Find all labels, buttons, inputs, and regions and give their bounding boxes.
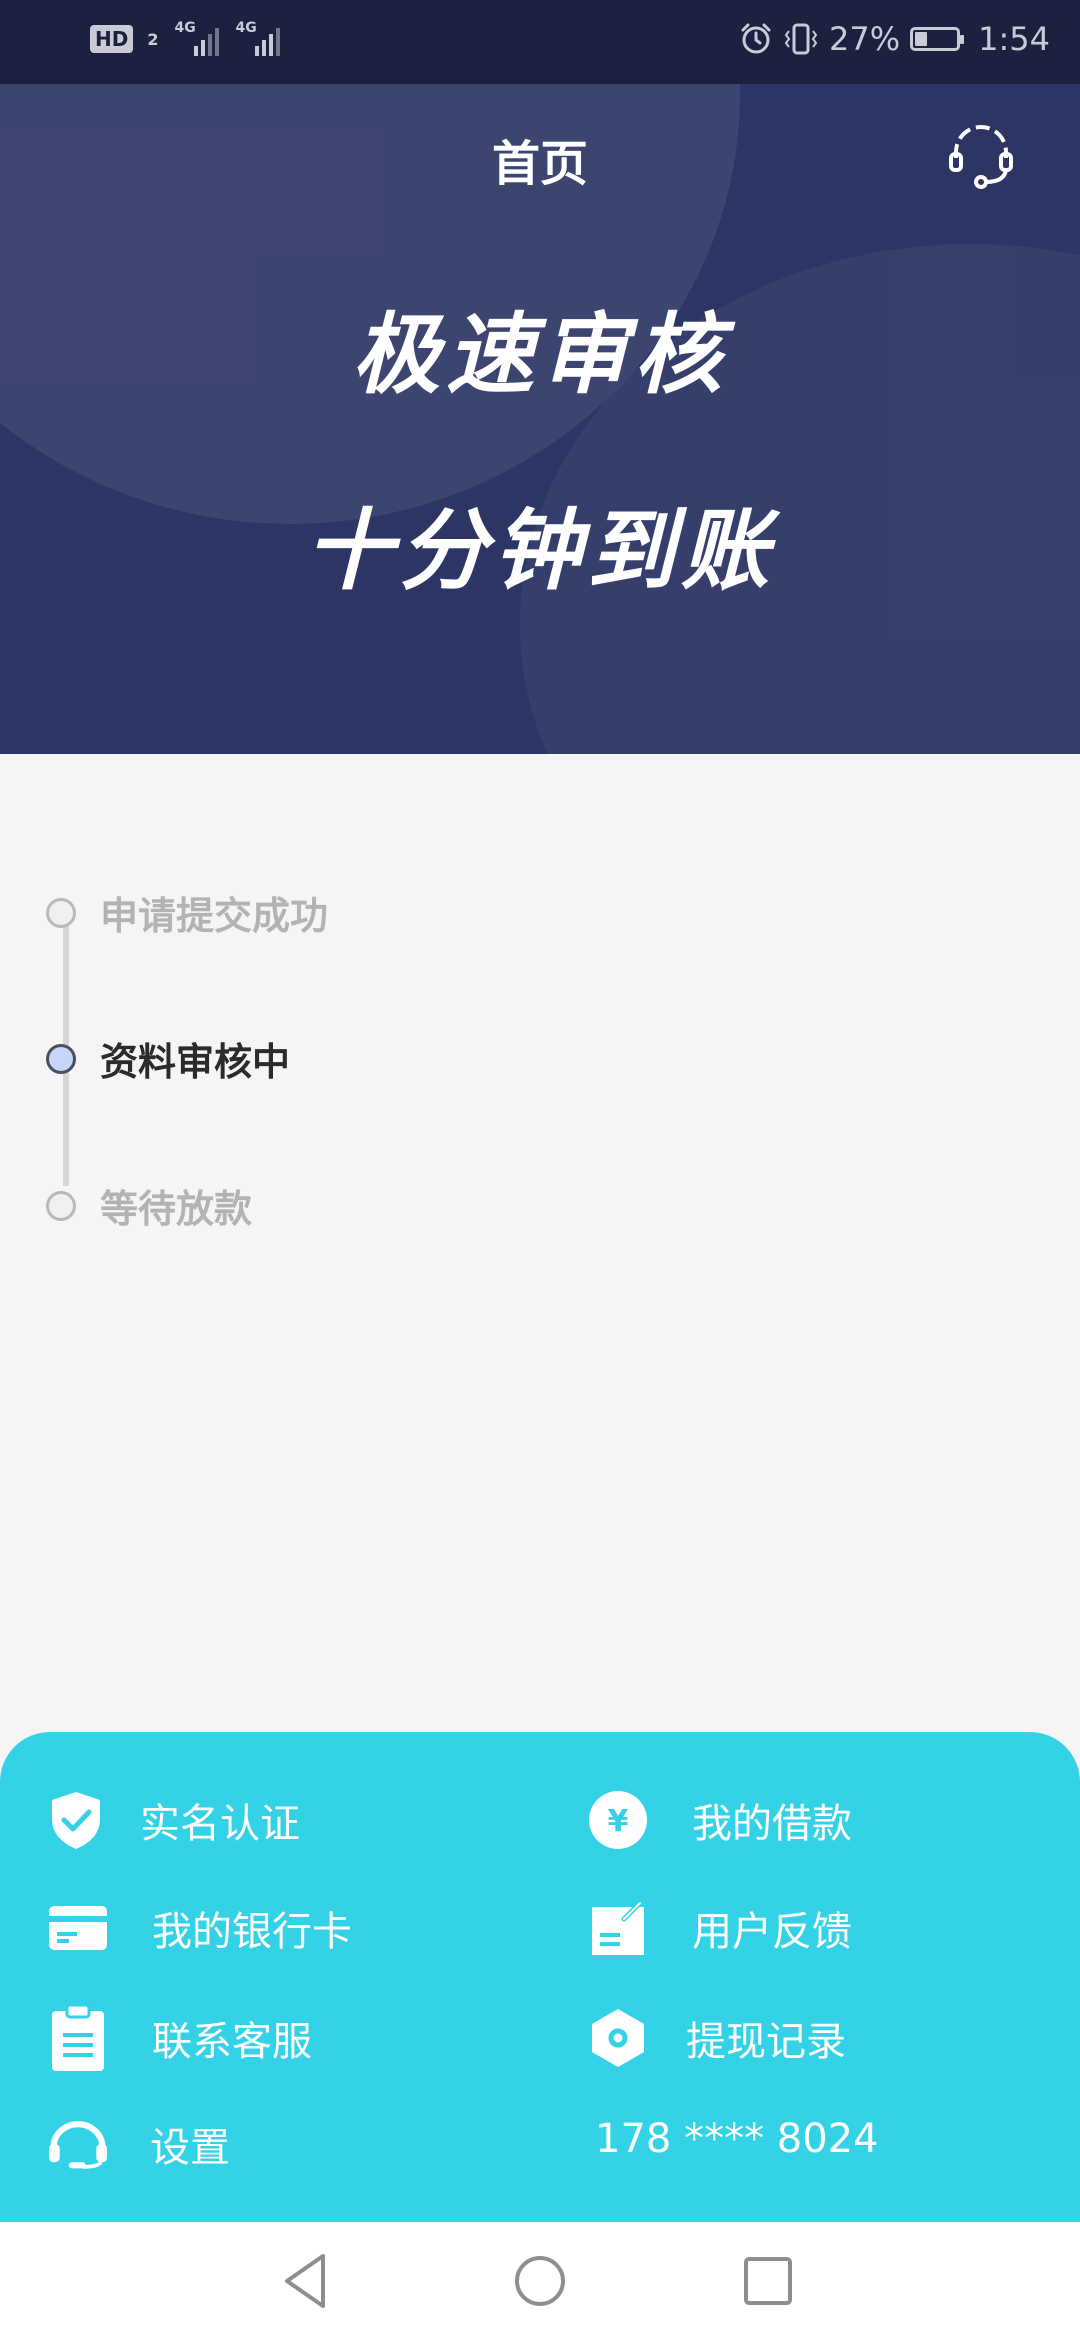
step-dot bbox=[46, 1190, 76, 1221]
headset-icon bbox=[46, 2112, 110, 2176]
status-right-group: 27% 1:54 bbox=[739, 20, 1050, 58]
menu-item-my-loans[interactable]: ¥ 我的借款 bbox=[586, 1788, 852, 1852]
sim-number: 2 bbox=[147, 29, 159, 49]
feedback-icon bbox=[586, 1896, 650, 1960]
network-type-2: 4G bbox=[235, 20, 257, 36]
vibrate-icon bbox=[784, 23, 818, 55]
customer-service-headset-icon[interactable] bbox=[946, 120, 1016, 190]
step-item-current: 资料审核中 bbox=[46, 1031, 290, 1086]
shield-check-icon bbox=[44, 1788, 108, 1852]
step-item: 申请提交成功 bbox=[46, 885, 328, 940]
step-dot-active bbox=[46, 1043, 76, 1074]
menu-item-settings[interactable]: 设置 bbox=[46, 2112, 230, 2176]
hexagon-icon bbox=[586, 2006, 650, 2070]
signal-icon-1: 4G bbox=[172, 20, 220, 56]
alarm-icon bbox=[741, 23, 771, 54]
network-type-1: 4G bbox=[174, 20, 196, 36]
banner-slogan-line1: 极速审核 bbox=[351, 303, 728, 406]
menu-item-label: 提现记录 bbox=[686, 2019, 846, 2065]
menu-item-label: 我的借款 bbox=[692, 1801, 852, 1847]
menu-item-withdraw-records[interactable]: 提现记录 bbox=[586, 2006, 846, 2070]
home-icon[interactable] bbox=[505, 2246, 575, 2316]
user-phone-number: 178 **** 8024 bbox=[595, 2116, 879, 2162]
step-dot bbox=[46, 897, 76, 928]
yen-coin-icon: ¥ bbox=[586, 1788, 650, 1852]
step-item: 等待放款 bbox=[46, 1178, 252, 1233]
menu-item-label: 设置 bbox=[150, 2125, 230, 2171]
status-bar: HD 2 4G 4G 27% 1:54 bbox=[0, 0, 1080, 84]
step-label: 等待放款 bbox=[100, 1187, 253, 1231]
hd-badge: HD bbox=[90, 25, 134, 53]
system-nav-bar bbox=[0, 2222, 1080, 2340]
step-label: 资料审核中 bbox=[100, 1040, 291, 1084]
battery-icon bbox=[910, 27, 965, 51]
page-title: 首页 bbox=[491, 136, 588, 192]
step-label: 申请提交成功 bbox=[100, 894, 329, 938]
back-icon[interactable] bbox=[273, 2246, 343, 2316]
battery-percent: 27% bbox=[829, 20, 901, 58]
menu-item-real-name-auth[interactable]: 实名认证 bbox=[44, 1788, 300, 1852]
menu-item-user-feedback[interactable]: 用户反馈 bbox=[586, 1896, 852, 1960]
bank-card-icon bbox=[46, 1896, 110, 1960]
clock: 1:54 bbox=[978, 20, 1050, 58]
home-banner: 首页 极速审核 十分钟到账 bbox=[0, 84, 1080, 754]
svg-text:¥: ¥ bbox=[608, 1804, 629, 1839]
status-left-group: HD 2 4G 4G bbox=[90, 20, 281, 56]
menu-item-contact-service[interactable]: 联系客服 bbox=[46, 2003, 312, 2071]
clipboard-icon bbox=[46, 2003, 110, 2071]
recents-icon[interactable] bbox=[733, 2246, 803, 2316]
signal-icon-2: 4G bbox=[233, 20, 281, 56]
menu-item-label: 我的银行卡 bbox=[152, 1909, 352, 1955]
banner-slogan-line2: 十分钟到账 bbox=[304, 499, 775, 602]
menu-item-label: 实名认证 bbox=[140, 1801, 300, 1847]
menu-item-my-bank-card[interactable]: 我的银行卡 bbox=[46, 1896, 352, 1960]
menu-item-label: 用户反馈 bbox=[692, 1909, 852, 1955]
menu-item-label: 联系客服 bbox=[152, 2019, 312, 2065]
